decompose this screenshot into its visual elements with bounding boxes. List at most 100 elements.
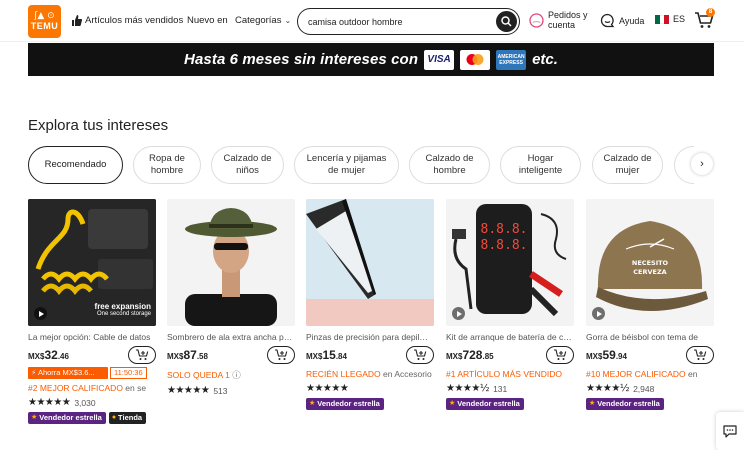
price-dec: .46: [57, 352, 69, 361]
search-button[interactable]: [496, 11, 517, 32]
installments-banner[interactable]: Hasta 6 meses sin intereses con VISA AME…: [28, 43, 714, 76]
language-selector[interactable]: ES: [655, 14, 685, 24]
price-currency: MX$: [28, 352, 45, 361]
mexico-flag-icon: [655, 14, 670, 24]
price-dec: .85: [482, 352, 494, 361]
help-label: Ayuda: [619, 15, 645, 26]
visa-label: VISA: [427, 54, 451, 65]
add-to-cart-button[interactable]: [546, 346, 574, 364]
product-rating: ★★★★★: [306, 383, 434, 394]
language-label: ES: [673, 14, 686, 24]
add-to-cart-button[interactable]: [128, 346, 156, 364]
section-title: Explora tus intereses: [28, 117, 169, 134]
product-price: MX$87.58: [167, 348, 208, 362]
price-currency: MX$: [586, 352, 603, 361]
seller-star-icon: ★: [449, 400, 456, 407]
play-video-icon[interactable]: [34, 307, 47, 320]
nav-categories[interactable]: Categorías ⌄: [235, 15, 291, 26]
price-dec: .58: [196, 352, 208, 361]
jump-starter-image: 8.8.8. 8.8.8.: [446, 199, 574, 326]
review-count: 2,948: [633, 383, 655, 394]
info-icon[interactable]: ⓘ: [232, 370, 241, 380]
add-cart-icon: [694, 349, 707, 360]
product-tag: #2 MEJOR CALIFICADO en se: [28, 383, 154, 393]
product-price: MX$32.46: [28, 348, 69, 362]
product-image[interactable]: [167, 199, 295, 326]
cap-text-1: NECESITO: [632, 259, 669, 267]
product-card[interactable]: Pinzas de precisión para depilación MX$1…: [306, 199, 434, 410]
orders-account[interactable]: Pedidos y cuenta: [529, 10, 610, 30]
product-tag: #1 ARTÍCULO MÁS VENDIDO: [446, 369, 563, 379]
star-rating-icon: ★★★★½: [586, 383, 630, 394]
chip-calzado-hombre[interactable]: Calzado de hombre: [409, 146, 490, 184]
product-title[interactable]: Kit de arranque de batería de coche: [446, 332, 572, 342]
add-to-cart-button[interactable]: [406, 346, 434, 364]
top-header: ʃ▲ ⊙ TEMU Artículos más vendidos Nuevo e…: [0, 0, 744, 42]
image-caption-sub: One second storage: [96, 311, 151, 317]
price-currency: MX$: [167, 352, 184, 361]
play-video-icon[interactable]: [452, 307, 465, 320]
chip-hogar-inteligente[interactable]: Hogar inteligente: [500, 146, 581, 184]
nav-new-label: Nuevo en: [187, 15, 228, 26]
price-dec: .84: [335, 352, 347, 361]
search-input[interactable]: [308, 14, 488, 29]
price-currency: MX$: [306, 352, 323, 361]
banner-etc: etc.: [532, 51, 558, 68]
star-rating-icon: ★★★★★: [28, 397, 71, 408]
product-title[interactable]: Pinzas de precisión para depilación: [306, 332, 432, 342]
chat-support-button[interactable]: [716, 412, 744, 450]
add-to-cart-button[interactable]: [686, 346, 714, 364]
cart-count-badge: 8: [706, 8, 715, 17]
chip-ropa-hombre[interactable]: Ropa de hombre: [133, 146, 201, 184]
tag-suffix: en: [685, 369, 698, 379]
tag-text: #10 MEJOR CALIFICADO: [586, 369, 686, 379]
product-image[interactable]: free expansion One second storage: [28, 199, 156, 326]
product-rating: ★★★★½ 131: [446, 383, 574, 394]
star-seller-badge: ★ Vendedor estrella: [28, 412, 106, 424]
tag-text: RECIÉN LLEGADO: [306, 369, 381, 379]
product-card[interactable]: Sombrero de ala extra ancha para MX$87.5…: [167, 199, 295, 396]
chip-lenceria[interactable]: Lencería y pijamas de mujer: [294, 146, 399, 184]
price-int: 87: [183, 348, 197, 362]
seller-star-icon: ★: [309, 400, 316, 407]
product-rating: ★★★★★ 3,030: [28, 397, 156, 408]
add-to-cart-button[interactable]: [267, 346, 295, 364]
chips-next-button[interactable]: ›: [691, 153, 713, 175]
mastercard-icon: [466, 54, 484, 65]
product-rating: ★★★★★ 513: [167, 385, 295, 396]
product-price: MX$59.94: [586, 348, 627, 362]
badge-text: Tienda: [118, 413, 143, 422]
chip-recomendado[interactable]: Recomendado: [28, 146, 123, 184]
price-int: 728: [462, 348, 483, 362]
image-caption-main: free expansion: [94, 302, 151, 311]
chip-calzado-mujer[interactable]: Calzado de mujer: [592, 146, 663, 184]
product-title[interactable]: Gorra de béisbol con tema de: [586, 332, 712, 342]
nav-new[interactable]: Nuevo en: [187, 15, 228, 26]
mastercard-logo: [460, 49, 491, 70]
product-title[interactable]: Sombrero de ala extra ancha para: [167, 332, 293, 342]
product-title[interactable]: La mejor opción: Cable de datos: [28, 332, 154, 342]
thumbs-up-icon: [72, 15, 82, 26]
tweezers-image: [306, 199, 434, 326]
tag-text: SOLO QUEDA 1: [167, 370, 230, 380]
play-video-icon[interactable]: [592, 307, 605, 320]
product-image[interactable]: [306, 199, 434, 326]
cap-text-2: CERVEZA: [633, 268, 666, 276]
temu-logo[interactable]: ʃ▲ ⊙ TEMU: [28, 5, 61, 38]
product-image[interactable]: NECESITO CERVEZA: [586, 199, 714, 326]
product-card[interactable]: NECESITO CERVEZA Gorra de béisbol con te…: [586, 199, 714, 410]
price-int: 59: [602, 348, 616, 362]
logo-text: TEMU: [30, 21, 59, 31]
chip-calzado-ninos[interactable]: Calzado de niños: [211, 146, 284, 184]
badge-text: Vendedor estrella: [39, 413, 102, 422]
product-card[interactable]: free expansion One second storage La mej…: [28, 199, 156, 424]
product-card[interactable]: 8.8.8. 8.8.8. Kit de arranque de batería…: [446, 199, 574, 410]
nav-bestsellers[interactable]: Artículos más vendidos: [72, 15, 183, 26]
nav-bestsellers-label: Artículos más vendidos: [85, 15, 184, 26]
badge-text: Vendedor estrella: [317, 399, 380, 408]
star-seller-badge: ★ Vendedor estrella: [446, 398, 524, 410]
star-rating-icon: ★★★★½: [446, 383, 490, 394]
account-icon: [529, 12, 544, 28]
help-link[interactable]: Ayuda: [600, 13, 644, 28]
product-image[interactable]: 8.8.8. 8.8.8.: [446, 199, 574, 326]
